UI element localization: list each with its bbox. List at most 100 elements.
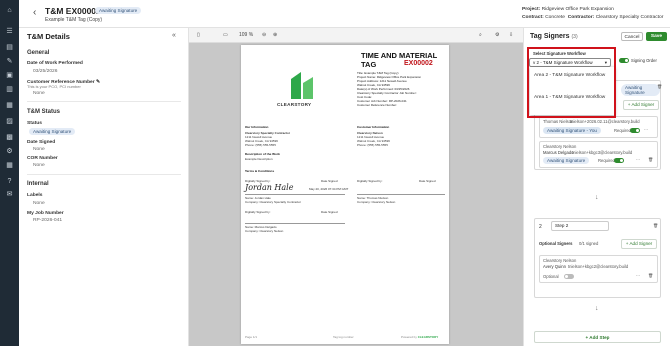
page-footer-left: Page 1/1: [245, 335, 258, 339]
required-toggle[interactable]: [630, 128, 640, 133]
signature-image: Jordan Hale: [245, 183, 294, 192]
document-page: CLEARSTORY TIME AND MATERIAL TAG EX00002…: [241, 45, 449, 344]
signing-order-label: Signing Order: [631, 58, 657, 63]
more-icon[interactable]: ⋯: [636, 157, 640, 162]
home-icon[interactable]: ⌂: [5, 7, 14, 15]
page-title: T&M EX00002: [45, 6, 101, 16]
sig2-name: Name: Thomas Nielson Company: Clearstory …: [357, 196, 396, 204]
collapse-panel-icon[interactable]: «: [172, 32, 176, 39]
signer-card: Clearstory Nelson Marcus Delgado tnielso…: [539, 141, 658, 168]
signer-card: Thomas Nielson tnielson+2026.02.11@clear…: [539, 116, 658, 138]
save-button[interactable]: Save: [646, 32, 667, 41]
labels-value: None: [33, 201, 45, 206]
chat-icon[interactable]: ✉: [5, 191, 14, 199]
signature-line: [245, 194, 345, 195]
doc-number: EX00002: [404, 60, 433, 67]
labels-label: Labels: [27, 193, 43, 198]
cor-label: COR Number: [27, 156, 58, 161]
signer-name: Avery Quinn: [543, 264, 566, 269]
signer-status-badge: Awaiting Signature: [543, 157, 590, 164]
trash-icon[interactable]: 🗑: [648, 273, 653, 279]
add-signer-button[interactable]: + Add Signer: [623, 100, 659, 110]
signer-email: tnielson+kbgc3@clearstory.build: [572, 150, 633, 155]
list-icon[interactable]: ☰: [5, 28, 14, 36]
download-icon[interactable]: ⇩: [509, 32, 513, 38]
sig3-name: Name: Marcus Delgado Company: Clearstory …: [245, 225, 284, 233]
page-footer-mid: Tag log number: [333, 335, 354, 339]
section-general: General: [27, 50, 50, 56]
highlight-box: [527, 47, 616, 118]
doc-meta: Title: Example T&M Tag (Copy) Project Nam…: [357, 71, 422, 107]
page-subtitle: Example T&M Tag (Copy): [45, 17, 103, 23]
signature-line: [245, 223, 345, 224]
document-viewer: ▯ ▭ 109 % ⊖ ⊕ ⌕ ⚙ ⇩ CLEARSTORY TIME AND …: [189, 28, 523, 346]
section-status: T&M Status: [27, 109, 60, 115]
status-badge: Awaiting Signature: [95, 7, 142, 14]
details-panel: T&M Details « General Date of Work Perfo…: [19, 28, 189, 346]
trash-icon[interactable]: 🗑: [648, 157, 653, 163]
document-icon[interactable]: ▤: [5, 44, 14, 52]
more-icon[interactable]: ⋯: [644, 127, 648, 132]
terms-heading: Terms & Conditions: [245, 169, 275, 173]
back-arrow-icon[interactable]: ‹: [33, 7, 36, 18]
signed-value: None: [33, 147, 45, 152]
page-header: ‹ T&M EX00002 Awaiting Signature Example…: [19, 0, 670, 28]
arrow-down-icon: ↓: [595, 305, 599, 312]
step-name-input[interactable]: Step 2: [551, 221, 609, 231]
step-number: 2: [539, 224, 542, 230]
date-label: Date of Work Performed: [27, 61, 83, 66]
status-value-badge: Awaiting Signature: [29, 128, 76, 135]
sidebar-toggle-icon[interactable]: ▯: [197, 32, 200, 38]
calendar-icon[interactable]: ▩: [5, 134, 14, 142]
signer-name: Thomas Nielson: [543, 119, 574, 124]
signer-company: Clearstory Nelson: [543, 258, 577, 263]
signers-title: Tag Signers (3): [530, 33, 578, 40]
desc-heading: Description of the Work: [245, 152, 280, 156]
required-label: Required: [614, 128, 631, 133]
trash-icon[interactable]: 🗑: [653, 223, 658, 229]
step-2-card: 2 Step 2 🗑 Optional Signers 0/1 signed +…: [534, 218, 661, 298]
zoom-value[interactable]: 109 %: [239, 32, 253, 38]
optional-label: Optional: [543, 274, 559, 279]
our-info: Clearstory Specialty Contractor 1211 Newe…: [245, 131, 291, 147]
signing-order-toggle[interactable]: [619, 58, 629, 63]
add-signer-button[interactable]: + Add Signer: [621, 239, 657, 249]
zoom-out-icon[interactable]: ⊖: [262, 32, 266, 38]
briefcase-icon[interactable]: ▨: [5, 118, 14, 126]
cust-info-heading: Customer Information: [357, 125, 390, 129]
signer-email: tnielson+2026.02.11@clearstory.build: [570, 119, 640, 124]
sig2-label: Digitally Signed by:: [357, 179, 383, 183]
required-label: Required: [598, 158, 615, 163]
add-step-button[interactable]: + Add Step: [534, 331, 661, 343]
optional-toggle[interactable]: [564, 274, 574, 279]
project-info: Project: Ridgeview Office Park Expansion…: [522, 7, 664, 20]
grid-icon[interactable]: ▦: [5, 162, 14, 170]
pencil-icon[interactable]: ✎: [96, 80, 100, 85]
more-icon[interactable]: ⋯: [636, 273, 640, 278]
help-icon[interactable]: ?: [5, 178, 14, 186]
page-icon[interactable]: ▭: [223, 32, 228, 38]
clipboard-icon[interactable]: ▦: [5, 102, 14, 110]
page-footer-right: Powered by CLEARSTORY: [401, 335, 439, 339]
edit-icon[interactable]: ✎: [5, 58, 14, 66]
gear-icon[interactable]: ⚙: [495, 32, 499, 38]
arrow-down-icon: ↓: [595, 194, 599, 201]
step-status-badge: Awaiting Signature: [621, 84, 660, 96]
signer-company: Clearstory Nelson: [543, 144, 577, 149]
signer-name: Marcus Delgado: [543, 150, 574, 155]
cancel-button[interactable]: Cancel: [621, 32, 643, 41]
signer-status-badge: Awaiting Signature - You: [543, 127, 601, 134]
required-toggle[interactable]: [614, 158, 624, 163]
logo-text: CLEARSTORY: [277, 102, 312, 107]
zoom-in-icon[interactable]: ⊕: [273, 32, 277, 38]
tag-icon[interactable]: ▣: [5, 72, 14, 80]
settings-icon[interactable]: ⚙: [5, 148, 14, 156]
file-icon[interactable]: ▥: [5, 86, 14, 94]
app-nav-rail: ⌂ ☰ ▤ ✎ ▣ ▥ ▦ ▨ ▩ ⚙ ▦ ? ✉: [0, 0, 19, 346]
trash-icon[interactable]: 🗑: [657, 84, 662, 90]
sig2-date-label: Date Signed: [419, 179, 436, 183]
search-icon[interactable]: ⌕: [479, 32, 482, 38]
our-info-heading: Our Information: [245, 125, 269, 129]
sig1-name: Name: Jordan Hale Company: Clearstory Spe…: [245, 196, 302, 204]
custref-hint: This is your PCO, PCI number: [27, 84, 81, 89]
